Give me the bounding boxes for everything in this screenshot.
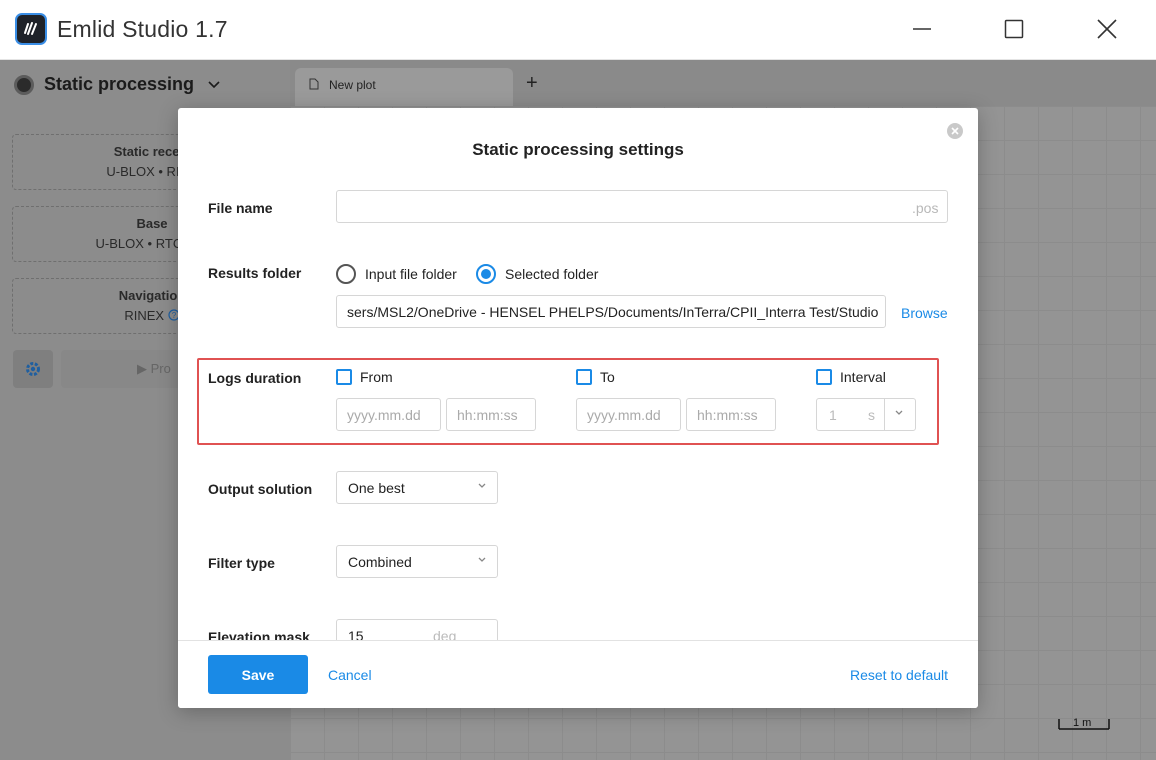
play-icon: ▶ [137,361,151,376]
save-button[interactable]: Save [208,655,308,694]
from-date-input[interactable] [336,398,441,431]
select-value: Combined [348,554,412,570]
from-checkbox[interactable]: From [336,369,393,385]
interval-input[interactable]: 1 s [816,398,916,431]
interval-checkbox[interactable]: Interval [816,369,886,385]
output-solution-select[interactable]: One best [336,471,498,504]
dialog-footer: Save Cancel Reset to default [178,640,978,708]
tab-new-plot[interactable]: New plot [295,68,513,106]
process-label: Pro [150,361,171,376]
window-title: Emlid Studio 1.7 [57,16,228,42]
to-date-input[interactable] [576,398,681,431]
reset-to-default-button[interactable]: Reset to default [850,667,948,683]
title-bar: Emlid Studio 1.7 [0,0,1156,60]
filter-type-label: Filter type [208,555,275,571]
chevron-down-icon [478,483,486,488]
select-value: One best [348,480,405,496]
radio-selected-folder[interactable]: Selected folder [476,264,598,284]
radio-label: Input file folder [365,266,457,282]
checkbox-unchecked-icon [816,369,832,385]
static-processing-settings-dialog: Static processing settings File name .po… [178,108,978,708]
card-subtitle-text: RINEX [124,308,165,323]
minimize-icon [913,28,931,30]
close-icon [1097,19,1117,39]
dialog-title: Static processing settings [472,140,684,159]
maximize-icon [1004,19,1024,39]
divider [884,399,885,430]
document-icon [309,78,319,90]
to-checkbox[interactable]: To [576,369,615,385]
to-time-input[interactable] [686,398,776,431]
results-folder-path[interactable]: sers/MSL2/OneDrive - HENSEL PHELPS/Docum… [336,295,886,328]
browse-button[interactable]: Browse [901,305,948,321]
close-window-button[interactable] [1090,12,1124,46]
svg-text:?: ? [171,311,176,320]
add-tab-button[interactable]: + [526,72,538,95]
maximize-button[interactable] [997,12,1031,46]
scale-label: 1 m [1073,717,1092,729]
settings-button[interactable] [13,350,53,388]
radio-unchecked-icon [336,264,356,284]
dialog-close-button[interactable] [947,123,963,139]
mode-label: Static processing [44,74,195,94]
chevron-down-icon[interactable] [894,408,904,418]
chevron-down-icon [208,80,220,88]
radio-label: Selected folder [505,266,599,282]
mode-icon [14,74,34,95]
tab-bar: New plot + [290,60,1156,106]
radio-input-file-folder[interactable]: Input file folder [336,264,457,284]
interval-unit: s [868,407,875,423]
radio-checked-icon [476,264,496,284]
checkbox-label: To [600,369,615,385]
checkbox-label: From [360,369,393,385]
checkbox-unchecked-icon [576,369,592,385]
cancel-button[interactable]: Cancel [328,667,372,683]
interval-value: 1 [829,407,837,423]
file-name-input[interactable] [336,190,948,223]
file-name-label: File name [208,200,273,216]
chevron-down-icon [478,557,486,562]
gear-icon [26,362,40,376]
minimize-button[interactable] [905,12,939,46]
mode-selector[interactable]: Static processing [14,74,220,95]
results-folder-label: Results folder [208,265,302,281]
checkbox-label: Interval [840,369,886,385]
app-logo-icon [24,22,37,35]
from-time-input[interactable] [446,398,536,431]
checkbox-unchecked-icon [336,369,352,385]
app-logo [15,13,47,45]
filter-type-select[interactable]: Combined [336,545,498,578]
file-extension-suffix: .pos [912,200,939,216]
logs-duration-label: Logs duration [208,370,302,386]
output-solution-label: Output solution [208,481,313,497]
close-icon [951,127,959,135]
tab-label: New plot [329,78,376,92]
